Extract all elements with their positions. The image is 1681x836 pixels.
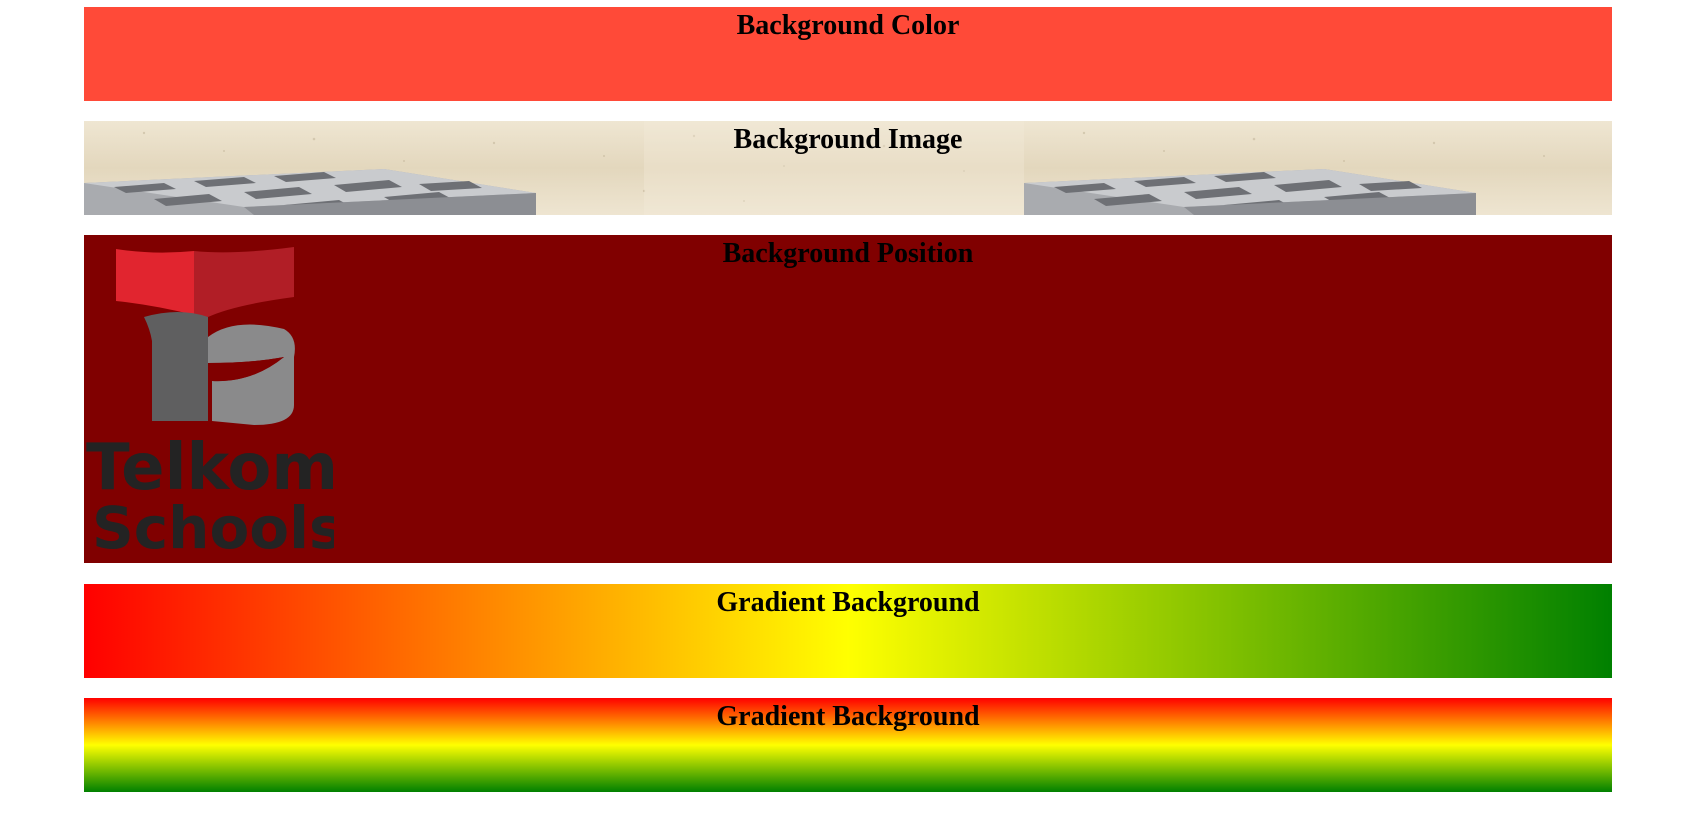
section-heading: Background Color (736, 10, 960, 41)
logo-text-line2: Schools (92, 494, 334, 555)
horizontal-gradient-box: Gradient Background (84, 584, 1612, 678)
page: Background Color Background Image Telkom… (0, 0, 1681, 836)
telkom-schools-logo-icon: Telkom Schools (84, 245, 344, 562)
section-heading: Background Position (722, 238, 974, 269)
background-image-box: Background Image (84, 121, 1612, 215)
background-color-box: Background Color (84, 7, 1612, 101)
section-heading: Gradient Background (716, 587, 980, 618)
vertical-gradient-box: Gradient Background (84, 698, 1612, 792)
section-heading: Background Image (733, 124, 963, 155)
section-heading: Gradient Background (716, 701, 980, 732)
background-position-box: Telkom Schools Background Position (84, 235, 1612, 563)
